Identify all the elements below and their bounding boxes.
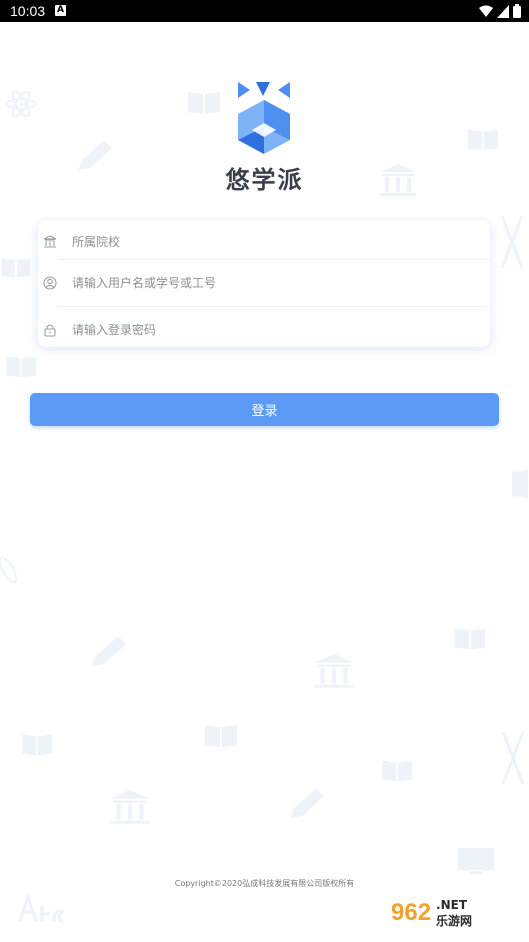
battery-icon xyxy=(513,4,521,18)
site-watermark: 962 .NET 乐游网 xyxy=(391,890,523,936)
status-time: 10:03 xyxy=(10,3,46,19)
school-building-icon xyxy=(43,235,57,249)
login-form-card xyxy=(38,220,490,347)
app-logo xyxy=(238,82,290,154)
user-icon xyxy=(43,276,57,290)
book-icon xyxy=(467,129,499,151)
wifi-icon xyxy=(479,5,493,17)
book-icon xyxy=(381,760,413,782)
copyright-text: Copyright©2020弘成科技发展有限公司版权所有 xyxy=(174,879,355,888)
field-divider xyxy=(58,306,490,307)
password-field[interactable] xyxy=(38,308,490,352)
atom-icon xyxy=(501,731,525,785)
atom-icon xyxy=(6,90,36,118)
atom-icon xyxy=(500,215,524,269)
pencil-icon xyxy=(290,788,324,818)
logo-right-triangle xyxy=(278,82,290,98)
book-icon xyxy=(205,725,237,747)
book-icon xyxy=(188,92,220,114)
text-icon xyxy=(18,890,65,924)
atom-icon xyxy=(0,556,18,584)
book-icon xyxy=(454,628,486,650)
book-icon xyxy=(21,734,53,756)
logo-center-triangle xyxy=(256,82,270,96)
school-input[interactable] xyxy=(72,235,432,249)
book-icon xyxy=(512,470,528,498)
building-icon xyxy=(315,654,353,688)
logo-left-triangle xyxy=(238,82,250,98)
username-input[interactable] xyxy=(72,276,432,290)
status-icons xyxy=(479,4,521,18)
monitor-icon xyxy=(458,848,494,874)
watermark-number: 962 xyxy=(391,899,432,926)
login-button[interactable]: 登录 xyxy=(30,393,499,426)
book-icon xyxy=(5,356,37,378)
book-icon xyxy=(1,258,31,278)
lock-icon xyxy=(43,323,57,337)
watermark-subtitle: 乐游网 xyxy=(436,913,473,928)
pencil-icon xyxy=(92,636,126,666)
school-field[interactable] xyxy=(38,220,490,264)
notification-icon: A xyxy=(55,5,66,16)
field-divider xyxy=(58,259,490,260)
app-name: 悠学派 xyxy=(225,166,304,194)
password-input[interactable] xyxy=(72,323,432,337)
signal-icon xyxy=(497,4,509,18)
watermark-suffix: .NET xyxy=(436,897,468,912)
username-field[interactable] xyxy=(38,261,490,305)
status-bar: 10:03 A xyxy=(0,0,529,22)
building-icon xyxy=(111,790,149,824)
